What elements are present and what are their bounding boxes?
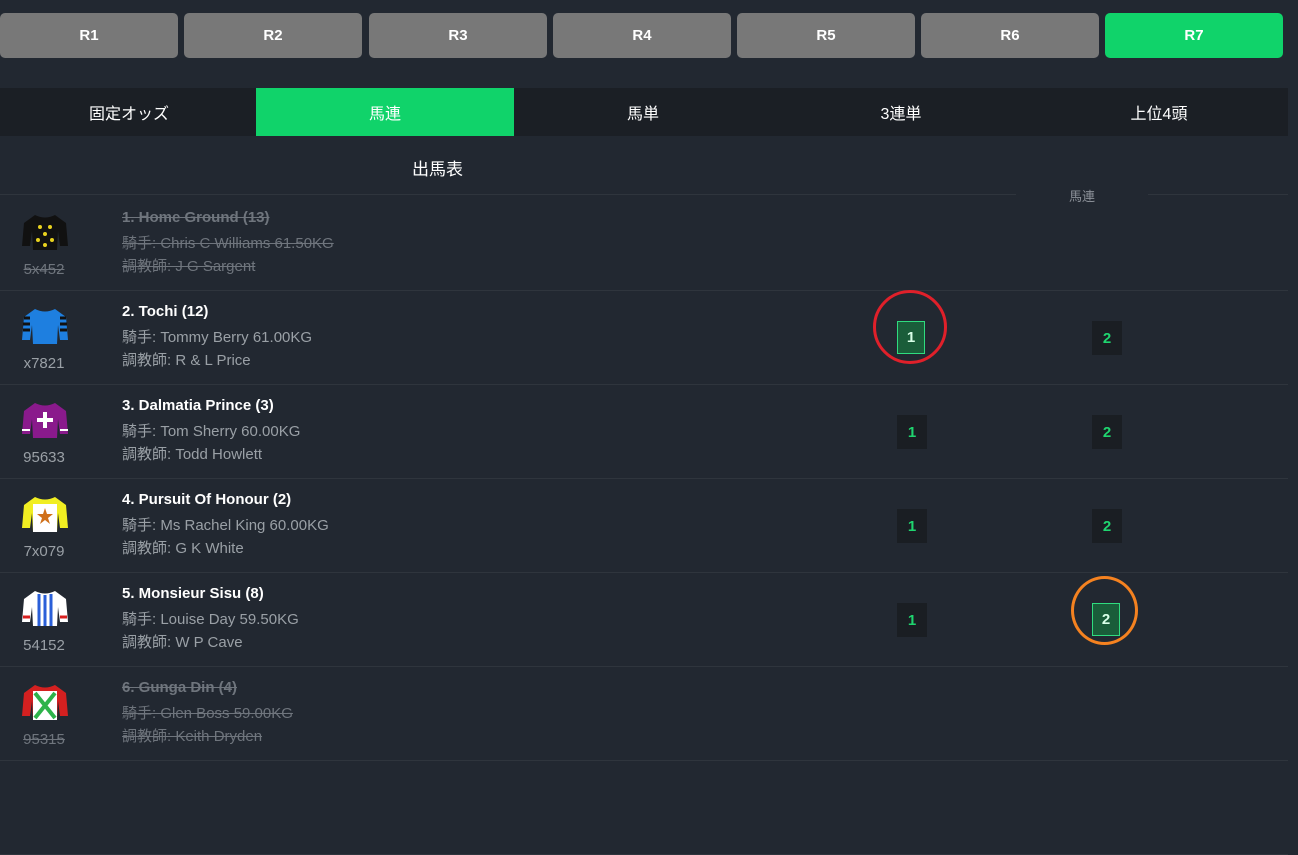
runner-row-6: 95315 6. Gunga Din (4) 騎手: Glen Boss 59.… — [0, 666, 1288, 761]
quinella-second-button[interactable]: 2 — [1092, 509, 1122, 543]
runner-jockey: 騎手: Tommy Berry 61.00KG — [122, 329, 313, 346]
runner-row-7-partial — [0, 760, 1288, 855]
race-button-r6[interactable]: R6 — [921, 13, 1099, 58]
runner-trainer: 調教師: G K White — [122, 540, 244, 557]
runner-name: 6. Gunga Din (4) — [122, 679, 238, 696]
race-selector: R1 R2 R3 R4 R5 R6 R7 — [0, 13, 1298, 58]
runner-trainer: 調教師: J G Sargent — [122, 258, 256, 275]
runner-trainer: 調教師: Todd Howlett — [122, 446, 263, 463]
runner-code: 5x452 — [23, 261, 65, 278]
runner-jockey: 騎手: Louise Day 59.50KG — [122, 611, 299, 628]
runner-name: 5. Monsieur Sisu (8) — [122, 585, 264, 602]
jockey-silk-icon — [22, 215, 68, 250]
runner-name: 4. Pursuit Of Honour (2) — [122, 491, 292, 508]
runner-code: x7821 — [23, 355, 65, 372]
race-button-r3[interactable]: R3 — [369, 13, 547, 58]
runner-trainer: 調教師: W P Cave — [122, 634, 243, 651]
bet-type-tabs: 固定オッズ 馬連 馬単 3連単 上位4頭 — [0, 88, 1288, 136]
jockey-silk-icon — [22, 497, 68, 532]
runner-row-4: 7x079 4. Pursuit Of Honour (2) 騎手: Ms Ra… — [0, 478, 1288, 573]
quinella-first-button[interactable]: 1 — [897, 321, 925, 354]
quinella-first-button[interactable]: 1 — [897, 603, 927, 637]
tab-exacta[interactable]: 馬単 — [514, 88, 772, 136]
quinella-first-button[interactable]: 1 — [897, 415, 927, 449]
runner-code: 95315 — [23, 731, 65, 748]
tab-fixed-odds[interactable]: 固定オッズ — [0, 88, 258, 136]
quinella-second-button[interactable]: 2 — [1092, 415, 1122, 449]
tab-quinella[interactable]: 馬連 — [256, 88, 514, 136]
runner-jockey: 騎手: Ms Rachel King 60.00KG — [122, 517, 329, 534]
quinella-second-button[interactable]: 2 — [1092, 603, 1120, 636]
runner-row-5: 54152 5. Monsieur Sisu (8) 騎手: Louise Da… — [0, 572, 1288, 667]
tab-trifecta[interactable]: 3連単 — [772, 88, 1030, 136]
runner-name: 3. Dalmatia Prince (3) — [122, 397, 274, 414]
runner-jockey: 騎手: Chris C Williams 61.50KG — [122, 235, 334, 252]
runner-name: 1. Home Ground (13) — [122, 209, 270, 226]
header-divider — [0, 194, 1016, 195]
quinella-first-button[interactable]: 1 — [897, 509, 927, 543]
runner-row-2: x7821 2. Tochi (12) 騎手: Tommy Berry 61.0… — [0, 290, 1288, 385]
race-button-r2[interactable]: R2 — [184, 13, 362, 58]
jockey-silk-icon — [22, 403, 68, 438]
quinella-second-button[interactable]: 2 — [1092, 321, 1122, 355]
runner-code: 7x079 — [23, 543, 65, 560]
runner-name: 2. Tochi (12) — [122, 303, 209, 320]
race-button-r4[interactable]: R4 — [553, 13, 731, 58]
jockey-silk-icon — [22, 591, 68, 626]
runner-jockey: 騎手: Glen Boss 59.00KG — [122, 705, 293, 722]
runner-code: 54152 — [23, 637, 65, 654]
runner-jockey: 騎手: Tom Sherry 60.00KG — [122, 423, 301, 440]
race-button-r7[interactable]: R7 — [1105, 13, 1283, 58]
runner-code: 95633 — [23, 449, 65, 466]
jockey-silk-icon — [22, 685, 68, 720]
race-button-r1[interactable]: R1 — [0, 13, 178, 58]
runner-trainer: 調教師: R & L Price — [122, 352, 251, 369]
tab-first-four[interactable]: 上位4頭 — [1030, 88, 1288, 136]
header-divider — [1148, 194, 1288, 195]
runner-trainer: 調教師: Keith Dryden — [122, 728, 263, 745]
racecard-title: 出馬表 — [412, 160, 463, 179]
jockey-silk-icon — [22, 309, 68, 344]
race-button-r5[interactable]: R5 — [737, 13, 915, 58]
runner-row-1: 5x452 1. Home Ground (13) 騎手: Chris C Wi… — [0, 196, 1288, 291]
runner-row-3: 95633 3. Dalmatia Prince (3) 騎手: Tom She… — [0, 384, 1288, 479]
